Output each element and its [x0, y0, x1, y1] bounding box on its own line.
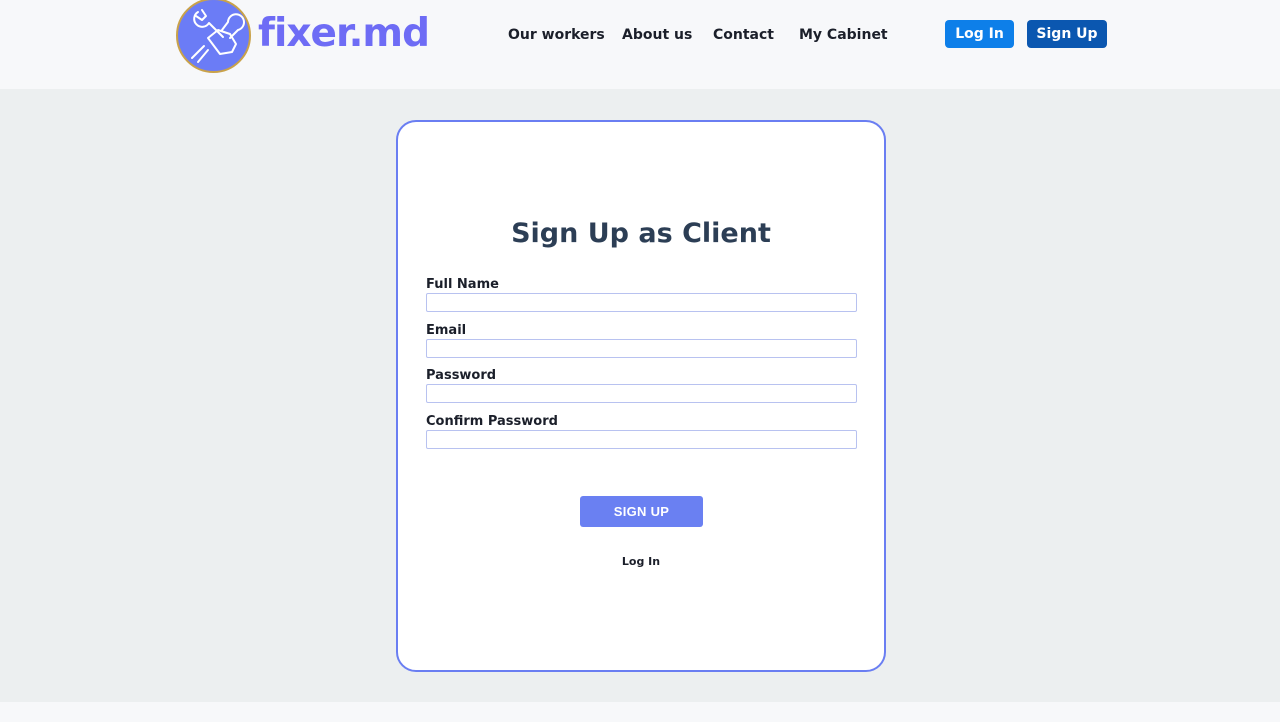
confirm-password-input[interactable] — [426, 430, 857, 449]
email-input[interactable] — [426, 339, 857, 358]
header-login-button[interactable]: Log In — [945, 20, 1014, 48]
nav-our-workers[interactable]: Our workers — [508, 25, 605, 45]
logo-wrench-icon[interactable] — [176, 0, 251, 73]
password-label: Password — [426, 368, 497, 383]
signup-card: Sign Up as Client Full Name Email Passwo… — [396, 120, 886, 672]
header-signup-button[interactable]: Sign Up — [1027, 20, 1107, 48]
site-header: fixer.md Our workers About us Contact My… — [0, 0, 1280, 89]
nav-my-cabinet[interactable]: My Cabinet — [799, 25, 888, 45]
email-label: Email — [426, 323, 467, 338]
confirm-password-label: Confirm Password — [426, 414, 558, 429]
signup-submit-button[interactable]: SIGN UP — [580, 496, 703, 527]
login-link[interactable]: Log In — [398, 554, 884, 570]
nav-about-us[interactable]: About us — [622, 25, 692, 45]
footer-strip — [0, 702, 1280, 722]
nav-contact[interactable]: Contact — [713, 25, 774, 45]
full-name-label: Full Name — [426, 277, 499, 292]
form-title: Sign Up as Client — [511, 218, 771, 249]
password-input[interactable] — [426, 384, 857, 403]
full-name-input[interactable] — [426, 293, 857, 312]
brand-name[interactable]: fixer.md — [258, 10, 430, 58]
